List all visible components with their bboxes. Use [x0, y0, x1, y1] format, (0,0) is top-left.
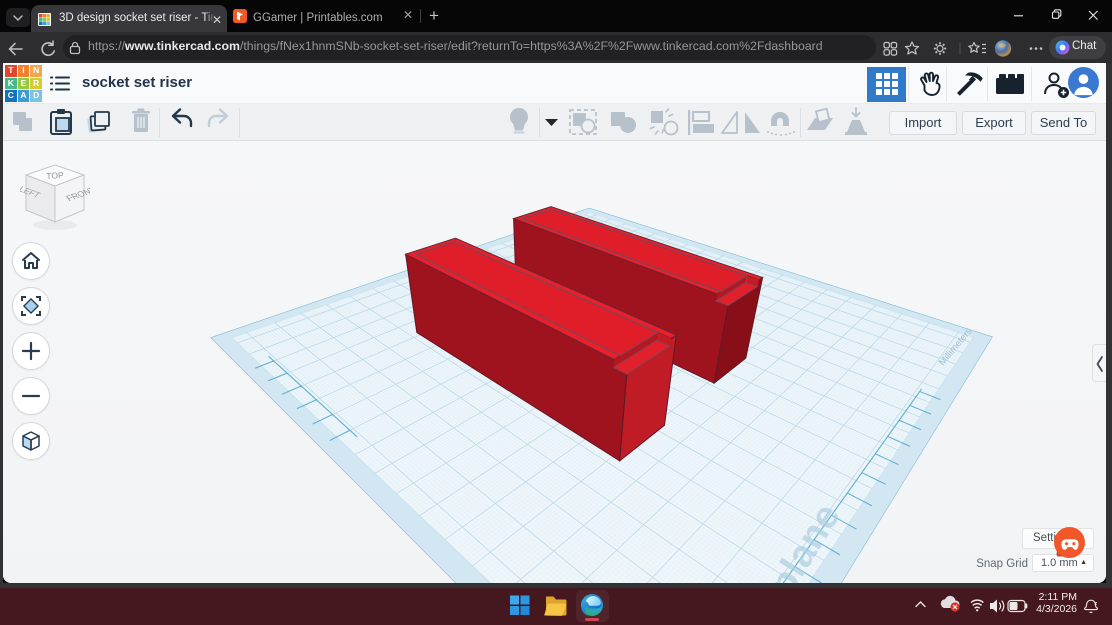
svg-text:z: z	[1095, 601, 1098, 607]
svg-text:TOP: TOP	[46, 170, 64, 181]
